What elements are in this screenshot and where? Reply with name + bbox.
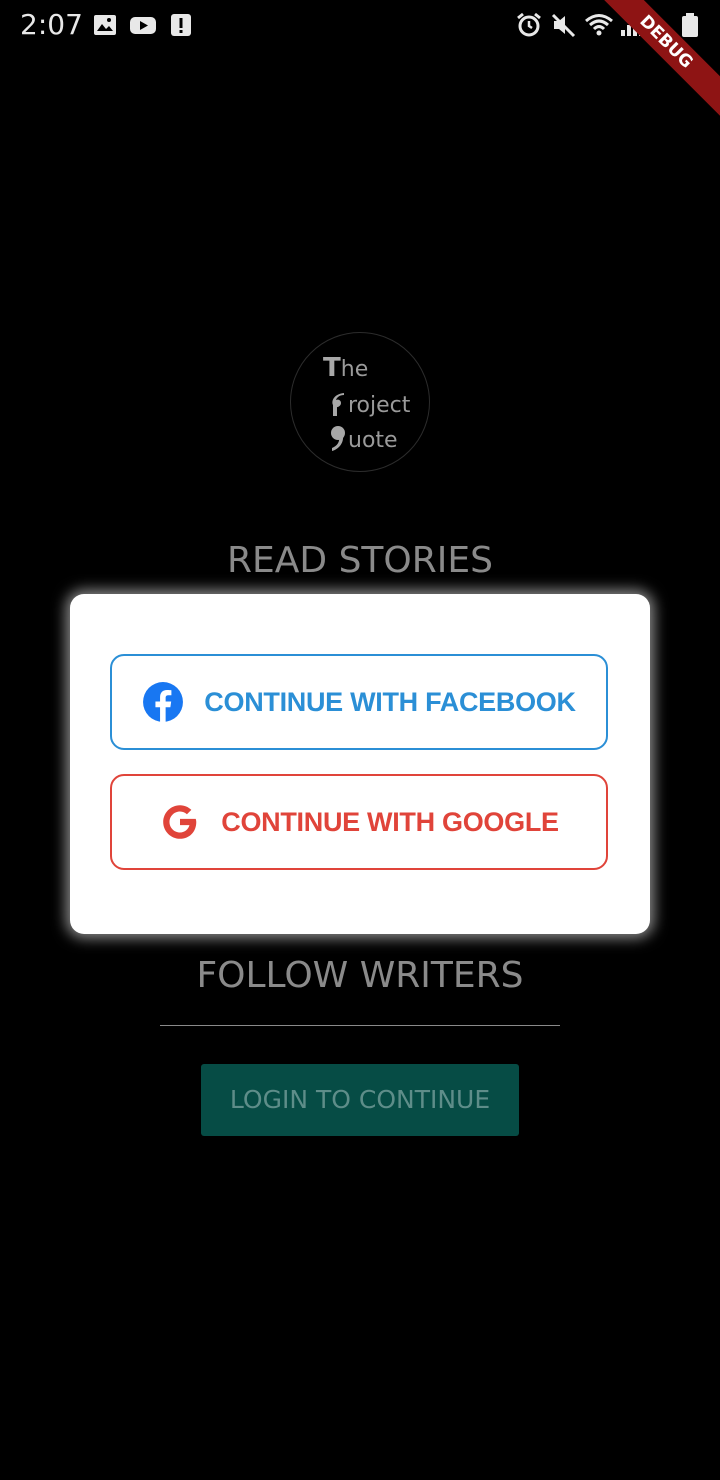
continue-with-google-button[interactable]: CONTINUE WITH GOOGLE [110,774,608,870]
logo-line-3: Q uote [321,425,398,453]
logo-quote-open-icon [332,393,344,416]
alarm-icon [517,12,541,37]
logo-line-1: The [323,353,368,383]
logo-line-2: P roject [321,391,410,418]
logo-text-roject: roject [348,393,411,418]
alert-icon [171,14,191,36]
logo-quote-close-icon [331,426,345,451]
battery-icon [682,13,698,37]
facebook-button-label: CONTINUE WITH FACEBOOK [204,686,576,717]
image-icon [94,15,116,35]
read-stories-heading: READ STORIES [227,540,493,581]
google-icon [163,805,197,839]
screen: 2:07 DEBUG The roject uote READ STORIES … [0,0,720,1480]
divider [160,1025,560,1026]
youtube-icon [130,17,156,34]
sign-in-dialog: CONTINUE WITH FACEBOOK CONTINUE WITH GOO… [70,594,650,934]
status-time: 2:07 [20,8,83,41]
mute-icon [551,13,576,38]
continue-with-facebook-button[interactable]: CONTINUE WITH FACEBOOK [110,654,608,750]
google-button-label: CONTINUE WITH GOOGLE [221,806,559,837]
wifi-icon [585,14,613,36]
app-logo: The P roject Q uote [290,332,430,472]
logo-text-he: he [340,357,369,382]
facebook-icon [143,682,184,722]
follow-writers-heading: FOLLOW WRITERS [196,955,524,996]
logo-cap-t: T [323,353,341,383]
login-to-continue-button[interactable]: LOGIN TO CONTINUE [201,1064,519,1136]
logo-text-uote: uote [348,428,398,453]
